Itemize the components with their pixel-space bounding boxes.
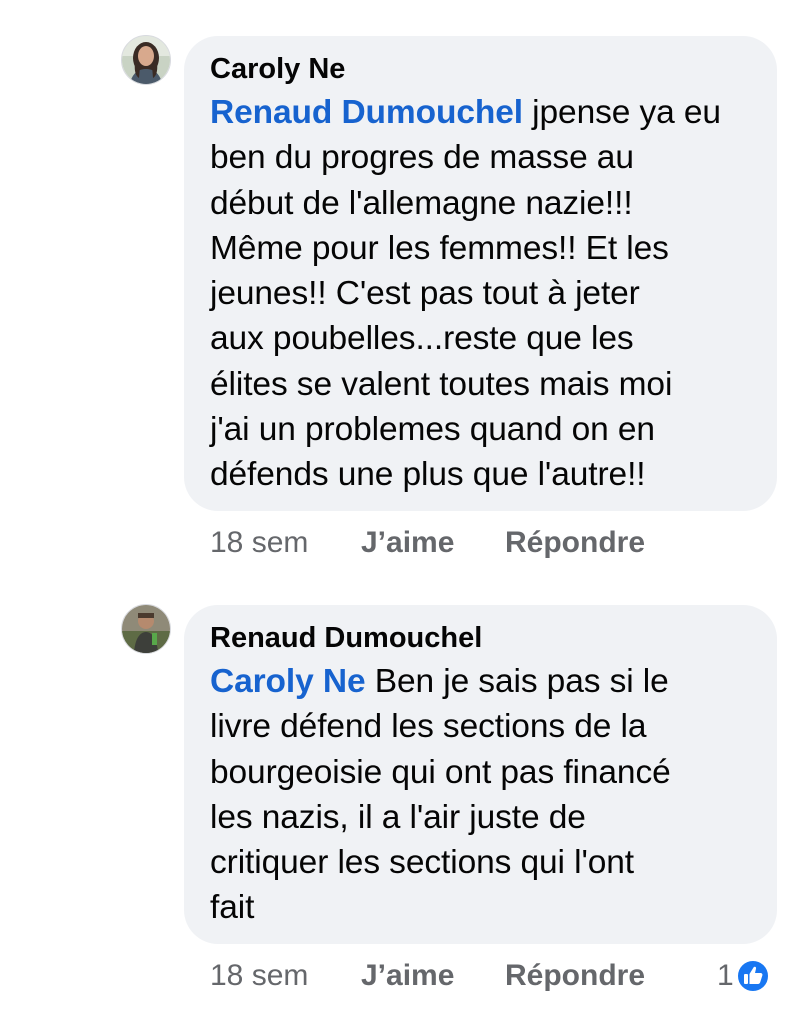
comment-bubble: Caroly Ne Renaud Dumouchel jpense ya eu … (184, 36, 777, 511)
comment-author[interactable]: Caroly Ne (210, 52, 751, 86)
comment-text: Caroly Ne Ben je sais pas si le livre dé… (210, 659, 751, 931)
comment-line: Renaud Dumouchel jpense ya eu (210, 94, 721, 131)
comment-line: j'ai un problemes quand on en (210, 411, 655, 449)
comment-author[interactable]: Renaud Dumouchel (210, 621, 751, 655)
reply-button[interactable]: Répondre (505, 956, 645, 996)
comment-bubble: Renaud Dumouchel Caroly Ne Ben je sais p… (184, 605, 777, 944)
comment-line: les nazis, il a l'air juste de (210, 798, 586, 836)
profile-photo-woman-icon (122, 36, 170, 84)
comment-line: défends une plus que l'autre!! (210, 456, 646, 494)
comment-line: livre défend les sections de la (210, 708, 647, 746)
comment-line: fait (210, 889, 255, 927)
comment-timestamp[interactable]: 18 sem (210, 523, 361, 563)
mention-link[interactable]: Renaud Dumouchel (210, 94, 523, 131)
comment-line: bourgeoisie qui ont pas financé (210, 753, 671, 791)
reply-button[interactable]: Répondre (505, 523, 645, 563)
comment-line: aux poubelles...reste que les (210, 320, 634, 358)
avatar[interactable] (121, 604, 171, 654)
comment-actions: 18 sem J’aime Répondre (210, 523, 645, 563)
comment-line: Caroly Ne Ben je sais pas si le (210, 663, 669, 700)
comment-line: critiquer les sections qui l'ont (210, 844, 635, 882)
comment-actions: 18 sem J’aime Répondre (210, 956, 645, 996)
mention-link[interactable]: Caroly Ne (210, 663, 366, 700)
like-button[interactable]: J’aime (361, 523, 505, 563)
comment-line: ben du progres de masse au (210, 139, 634, 177)
reaction-count: 1 (717, 959, 734, 993)
comment-line: élites se valent toutes mais moi (210, 365, 673, 403)
thumbs-up-icon (735, 959, 770, 994)
comment-timestamp[interactable]: 18 sem (210, 956, 361, 996)
comment-line: Même pour les femmes!! Et les (210, 229, 669, 267)
comment-line: jeunes!! C'est pas tout à jeter (210, 275, 640, 313)
profile-photo-man-icon (122, 605, 170, 653)
comment-line: début de l'allemagne nazie!!! (210, 184, 633, 222)
avatar[interactable] (121, 35, 171, 85)
reaction-summary[interactable]: 1 (717, 955, 770, 995)
like-button[interactable]: J’aime (361, 956, 505, 996)
comment-text: Renaud Dumouchel jpense ya eu ben du pro… (210, 90, 751, 498)
